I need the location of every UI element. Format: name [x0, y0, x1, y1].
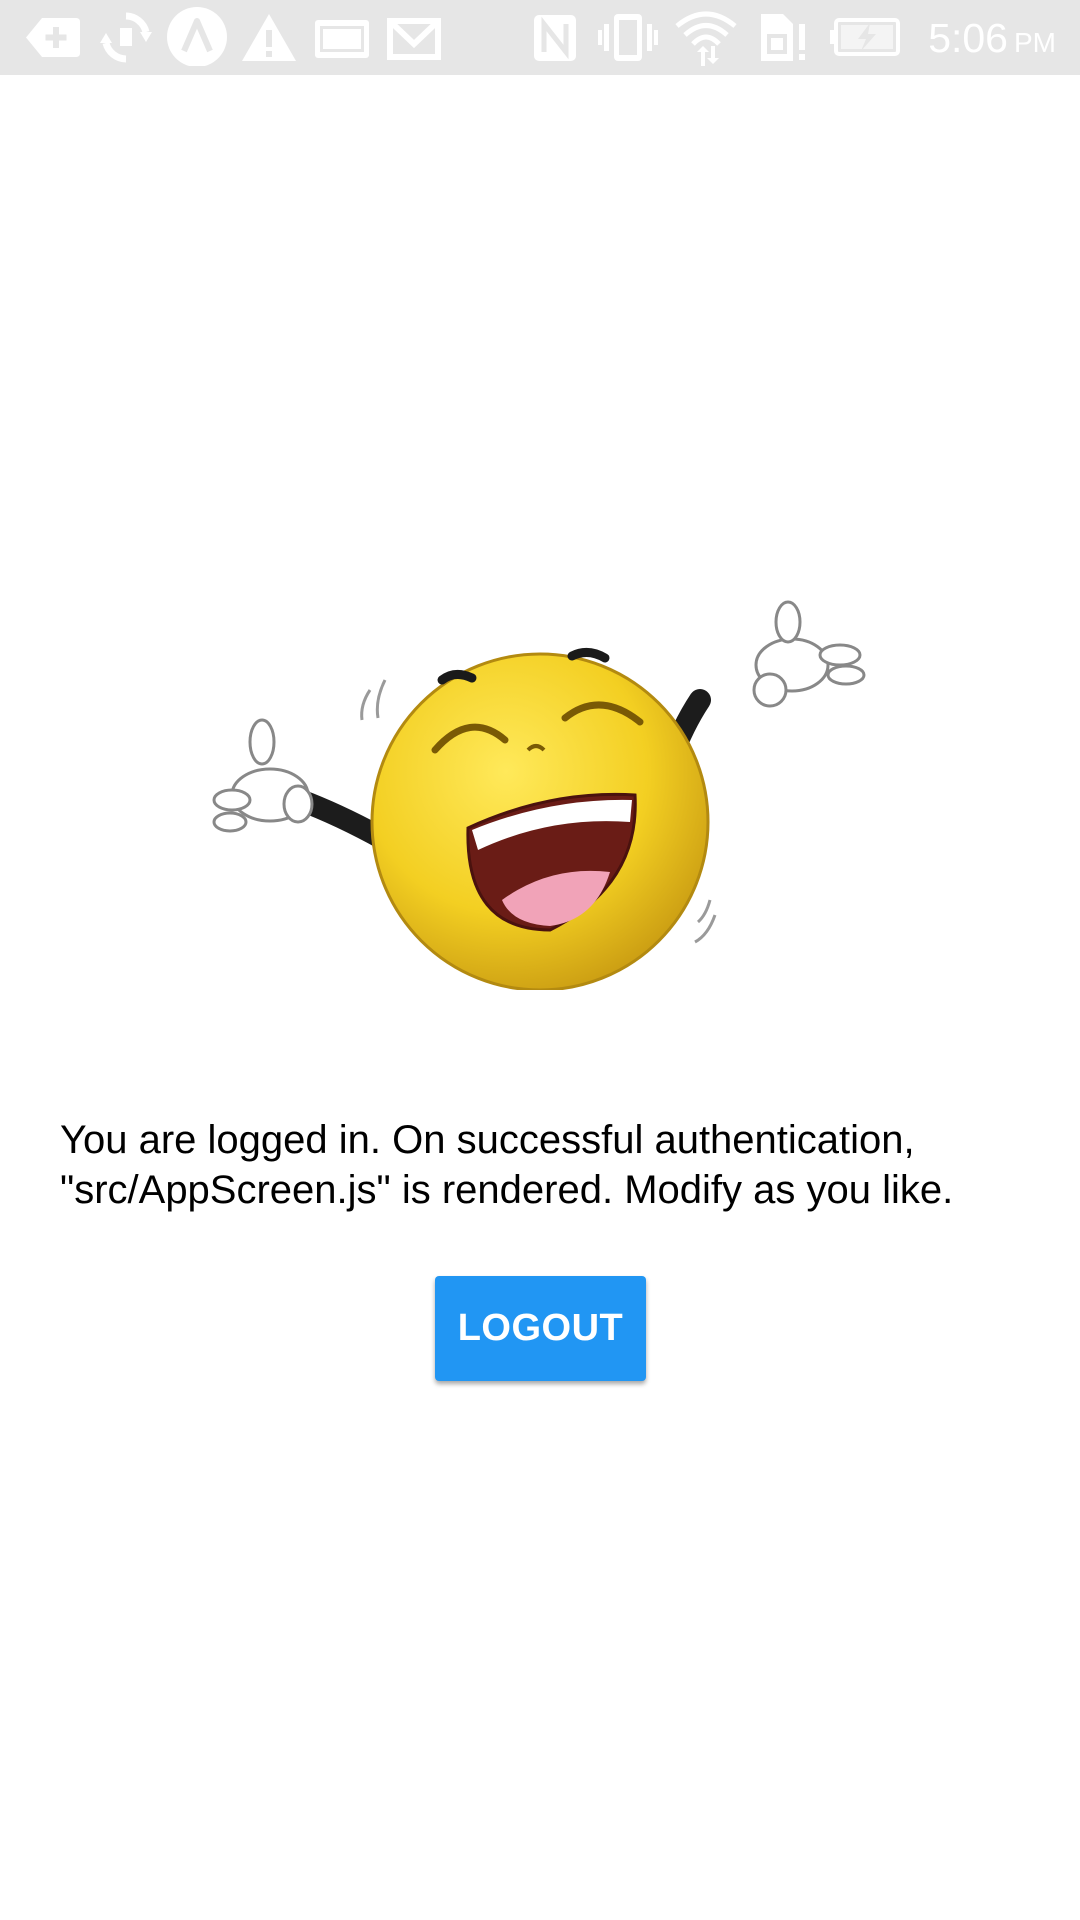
- arc-app-icon: [165, 7, 229, 66]
- status-bar: 5:06 PM: [0, 0, 1080, 75]
- vibrate-icon: [598, 10, 658, 65]
- laughing-emoji-icon: [210, 600, 870, 992]
- status-time: 5:06: [928, 15, 1008, 61]
- nfc-icon: [530, 10, 580, 65]
- logout-button[interactable]: LOGOUT: [435, 1276, 646, 1381]
- mail-icon: [383, 10, 445, 65]
- wifi-icon: [675, 10, 737, 66]
- login-message: You are logged in. On successful authent…: [60, 1118, 954, 1212]
- storage-icon: [313, 10, 371, 65]
- battery-charging-icon: [830, 10, 902, 65]
- status-clock: 5:06 PM: [928, 12, 1056, 64]
- app-screen: You are logged in. On successful authent…: [0, 75, 1080, 1920]
- sync-icon: [98, 10, 154, 65]
- sim-alert-icon: [757, 10, 809, 65]
- warning-icon: [240, 10, 298, 65]
- add-notification-icon: [24, 10, 82, 65]
- status-ampm: PM: [1014, 27, 1056, 58]
